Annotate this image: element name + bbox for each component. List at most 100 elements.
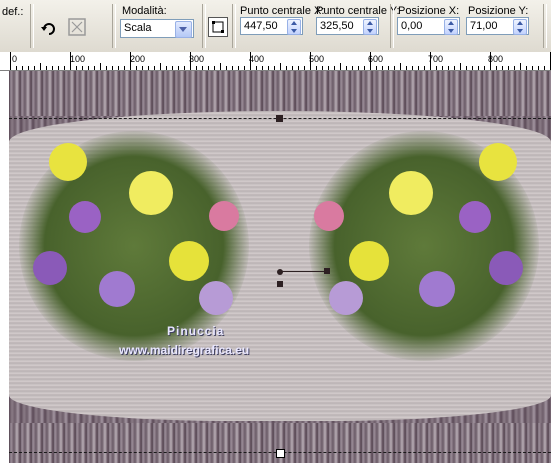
mode-select-value: Scala bbox=[124, 22, 152, 34]
ruler-tick bbox=[226, 66, 227, 70]
ruler-tick bbox=[280, 63, 281, 70]
pos-x-label: Posizione X: bbox=[398, 5, 460, 17]
ruler-tick bbox=[244, 66, 245, 70]
toolbar-separator bbox=[232, 4, 236, 48]
ruler-tick bbox=[322, 66, 323, 70]
undo-rotate-icon[interactable] bbox=[38, 18, 60, 40]
horizontal-ruler: 0 100 200 300 400 500 600 700 800 bbox=[0, 52, 551, 71]
ruler-tick bbox=[286, 66, 287, 70]
ruler-tick bbox=[256, 66, 257, 70]
ruler-tick bbox=[364, 66, 365, 70]
center-x-value: 447,50 bbox=[244, 20, 278, 32]
ruler-tick bbox=[388, 66, 389, 70]
ruler-tick bbox=[112, 66, 113, 70]
ruler-tick bbox=[376, 66, 377, 70]
ruler-tick bbox=[400, 63, 401, 70]
spinner-arrows-icon[interactable] bbox=[513, 19, 527, 35]
center-y-label: Punto centrale Y: bbox=[316, 5, 400, 17]
ruler-tick bbox=[334, 66, 335, 70]
ruler-tick bbox=[238, 66, 239, 70]
pos-x-field[interactable]: 0,00 bbox=[397, 17, 460, 35]
ruler-tick bbox=[262, 66, 263, 70]
spinner-arrows-icon[interactable] bbox=[363, 19, 377, 35]
ruler-tick bbox=[442, 66, 443, 70]
top-streak-band bbox=[9, 71, 551, 116]
pick-center-icon[interactable] bbox=[208, 17, 228, 37]
ruler-tick bbox=[448, 66, 449, 70]
toolbar-separator bbox=[30, 4, 34, 48]
bottom-handle[interactable] bbox=[276, 449, 285, 458]
ruler-tick bbox=[142, 66, 143, 70]
ruler-tick bbox=[514, 66, 515, 70]
ruler-tick bbox=[496, 66, 497, 70]
ruler-tick bbox=[304, 66, 305, 70]
ruler-label: 400 bbox=[249, 54, 265, 64]
ruler-tick bbox=[46, 66, 47, 70]
ruler-tick bbox=[16, 66, 17, 70]
ruler-tick bbox=[358, 66, 359, 70]
ruler-tick bbox=[544, 66, 545, 70]
ruler-tick bbox=[34, 66, 35, 70]
center-pivot-handle[interactable] bbox=[277, 269, 283, 275]
ruler-tick bbox=[508, 66, 509, 70]
ruler-tick bbox=[340, 63, 341, 70]
image-canvas[interactable]: Pinuccia www.maidiregrafica.eu bbox=[9, 71, 551, 463]
mode-select[interactable]: Scala bbox=[120, 19, 194, 38]
center-x-field[interactable]: 447,50 bbox=[240, 17, 303, 35]
mode-label: Modalità: bbox=[122, 5, 167, 17]
ruler-tick bbox=[148, 66, 149, 70]
pos-y-field[interactable]: 71,00 bbox=[466, 17, 529, 35]
ruler-tick bbox=[64, 66, 65, 70]
ruler-label: 200 bbox=[130, 54, 146, 64]
ruler-tick bbox=[166, 66, 167, 70]
toolbar-separator bbox=[390, 4, 394, 48]
ruler-tick bbox=[412, 66, 413, 70]
watermark-url: www.maidiregrafica.eu bbox=[119, 343, 250, 357]
ruler-tick bbox=[532, 66, 533, 70]
ruler-tick bbox=[370, 52, 371, 70]
spinner-arrows-icon[interactable] bbox=[287, 19, 301, 35]
ruler-tick bbox=[232, 66, 233, 70]
ruler-label: 0 bbox=[12, 54, 18, 64]
ruler-tick bbox=[100, 63, 101, 70]
ruler-tick bbox=[124, 66, 125, 70]
ruler-tick bbox=[352, 66, 353, 70]
ruler-tick bbox=[454, 66, 455, 70]
ruler-tick bbox=[310, 52, 311, 70]
ruler-tick bbox=[328, 66, 329, 70]
rotation-handle[interactable] bbox=[324, 268, 330, 274]
ruler-tick bbox=[346, 66, 347, 70]
top-handle[interactable] bbox=[276, 115, 283, 122]
ruler-tick bbox=[28, 66, 29, 70]
reset-shape-icon[interactable] bbox=[66, 16, 88, 38]
ruler-tick bbox=[82, 66, 83, 70]
watermark-name: Pinuccia bbox=[167, 324, 225, 338]
ruler-tick bbox=[88, 66, 89, 70]
ruler-tick bbox=[160, 63, 161, 70]
ruler-tick bbox=[268, 66, 269, 70]
pos-y-label: Posizione Y: bbox=[468, 5, 529, 17]
ruler-tick bbox=[382, 66, 383, 70]
ruler-tick bbox=[184, 66, 185, 70]
ruler-tick bbox=[40, 63, 41, 70]
toolbar-separator bbox=[202, 4, 206, 48]
chevron-down-icon[interactable] bbox=[175, 21, 192, 38]
center-anchor-handle[interactable] bbox=[277, 281, 283, 287]
ruler-tick bbox=[298, 66, 299, 70]
spinner-arrows-icon[interactable] bbox=[444, 19, 458, 35]
center-y-field[interactable]: 325,50 bbox=[316, 17, 379, 35]
toolbar: def.: Modalità: Scala Punto centrale X: … bbox=[0, 0, 551, 53]
ruler-tick bbox=[394, 66, 395, 70]
ruler-tick bbox=[214, 66, 215, 70]
ruler-tick bbox=[526, 66, 527, 70]
ruler-tick bbox=[250, 52, 251, 70]
ruler-tick bbox=[478, 66, 479, 70]
ruler-tick bbox=[220, 63, 221, 70]
ruler-tick bbox=[436, 66, 437, 70]
ruler-tick bbox=[484, 66, 485, 70]
ruler-tick bbox=[418, 66, 419, 70]
ruler-tick bbox=[130, 52, 131, 70]
ruler-tick bbox=[202, 66, 203, 70]
toolbar-separator bbox=[543, 4, 547, 48]
center-y-value: 325,50 bbox=[320, 20, 354, 32]
